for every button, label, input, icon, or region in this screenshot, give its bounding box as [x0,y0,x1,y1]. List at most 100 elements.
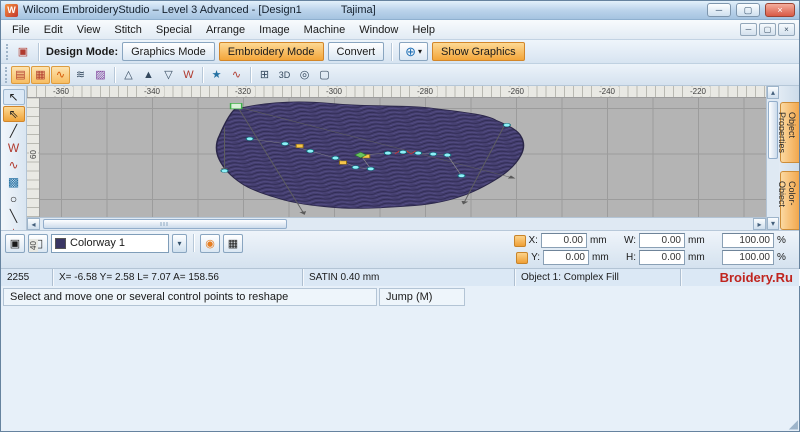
3d-view-icon[interactable]: 3D [275,66,294,84]
h-ruler-label: -240 [595,87,619,96]
toolbar-separator [391,42,393,61]
overview-window-icon[interactable]: ▢ [315,66,334,84]
colorway-dropdown-icon[interactable]: ▾ [172,233,187,253]
position-icon [513,234,526,247]
mix-colors-icon[interactable]: ◉ [200,233,220,253]
ellipse-tool[interactable]: ○ [3,191,25,207]
resize-grip-icon[interactable]: ◢ [789,418,798,430]
title-bar[interactable]: W Wilcom EmbroideryStudio – Level 3 Adva… [1,1,799,20]
minimize-button[interactable]: ─ [707,3,731,17]
column-b-icon[interactable]: ▲ [139,66,158,84]
h-ruler-label: -340 [140,87,164,96]
y-label: Y: [531,252,540,263]
scroll-right-icon[interactable]: ▸ [753,217,766,230]
vertical-scrollbar[interactable]: ▴ ▾ [766,86,779,230]
run-stitch-icon[interactable]: ≋ [71,66,90,84]
colorway-swatch [55,237,66,249]
menu-item-special[interactable]: Special [149,22,199,38]
window-title: Wilcom EmbroideryStudio – Level 3 Advanc… [23,4,302,16]
column-a-icon[interactable]: △ [119,66,138,84]
wave-fill-icon[interactable]: ∿ [227,66,246,84]
motif-stitch-icon[interactable]: ▨ [91,66,110,84]
h-field[interactable]: 0.00 [639,250,685,265]
lettering-icon[interactable]: W [179,66,198,84]
measure-tool[interactable]: ╱ [3,123,25,139]
mdi-minimize-button[interactable]: ─ [740,23,757,36]
h-unit: mm [688,252,705,263]
grid-toggle-icon[interactable]: ⊞ [255,66,274,84]
reshape-tool[interactable]: ⇖ [2,106,25,122]
x-field[interactable]: 0.00 [540,233,587,248]
colorway-editor-icon[interactable]: ▣ [5,233,25,253]
colorway-bar: ▣ ◧ Colorway 1 ▾ ◉ ▦ [1,231,506,268]
maximize-button[interactable]: ▢ [736,3,760,17]
tab-color-object-list[interactable]: Color-Object List [767,171,799,230]
menu-item-help[interactable]: Help [405,22,442,38]
horizontal-scrollbar[interactable]: ◂ ▸ [27,216,766,230]
column-c-icon[interactable]: ▽ [159,66,178,84]
w-label: W: [623,235,636,246]
line-tool[interactable]: ╲ [3,208,25,224]
toolbar-grip[interactable] [5,66,8,83]
menu-item-image[interactable]: Image [252,22,297,38]
complex-fill-tool[interactable]: ▩ [3,174,25,190]
scroll-up-icon[interactable]: ▴ [767,86,779,99]
design-window-icon[interactable]: ▣ [15,44,31,60]
h-scroll-thumb[interactable] [43,218,287,229]
w-unit: mm [688,235,705,246]
colorway-select[interactable]: Colorway 1 [51,233,169,253]
show-graphics-button[interactable]: Show Graphics [432,42,525,61]
bottom-panel: ▣ ◧ Colorway 1 ▾ ◉ ▦ X: 0.00 mm W: 0.00 … [1,229,799,268]
v-ruler-label: 40 [29,239,38,252]
design-canvas[interactable] [40,98,766,217]
menu-item-machine[interactable]: Machine [297,22,353,38]
convert-button[interactable]: Convert [327,42,385,61]
start-node[interactable] [229,103,243,110]
embroidery-design[interactable] [40,98,766,217]
x-unit: mm [589,235,607,246]
tab-object-properties[interactable]: Object Properties [777,102,799,164]
coordinate-row-x: X: 0.00 mm W: 0.00 mm 100.00 % [506,233,795,248]
stitch-count: 2255 [1,268,53,286]
scale-x-field[interactable]: 100.00 [722,233,774,248]
tatami-fill-icon[interactable]: ▦ [31,65,50,84]
mdi-close-button[interactable]: × [778,23,795,36]
menu-items: File Edit View Stitch Special Arrange Image Mac… [5,22,442,38]
v-ruler: 604020 [27,98,40,343]
parallel-fill-icon[interactable]: ▤ [11,65,30,84]
scroll-left-icon[interactable]: ◂ [27,217,40,230]
colorway-value: Colorway 1 [70,237,126,249]
w-field[interactable]: 0.00 [639,233,685,248]
lettering-tool[interactable]: W [3,140,25,156]
star-fill-icon[interactable]: ★ [207,66,226,84]
docked-panel-tabs: Object Properties Color-Object List [767,86,799,230]
thread-chart-icon[interactable]: ▦ [223,233,243,253]
scroll-down-icon[interactable]: ▾ [767,216,779,230]
menu-item-view[interactable]: View [70,22,108,38]
icon-toolbar-items: ▤ ▦ ∿ ≋ ▨ △ ▲ ▽ W ★ ∿ ⊞ 3D ◎ ▢ [11,65,334,84]
graphics-mode-button[interactable]: Graphics Mode [122,42,215,61]
menu-item-file[interactable]: File [5,22,37,38]
toolbar-separator [193,233,194,252]
menu-item-window[interactable]: Window [352,22,405,38]
close-button[interactable]: × [765,3,795,17]
embroidery-mode-button[interactable]: Embroidery Mode [218,42,324,61]
x-label: X: [528,235,538,246]
hoop-globe-button[interactable]: ⊕ ▾ [399,42,428,61]
menu-item-stitch[interactable]: Stitch [107,22,149,38]
scale-y-field[interactable]: 100.00 [722,250,774,265]
y-field[interactable]: 0.00 [543,250,589,265]
menu-item-edit[interactable]: Edit [37,22,70,38]
toolbar-grip[interactable] [6,43,9,60]
mdi-restore-button[interactable]: ▢ [759,23,776,36]
zigzag-stitch-icon[interactable]: ∿ [51,65,70,84]
hoop-icon[interactable]: ◎ [295,66,314,84]
run-digitize-tool[interactable]: ∿ [3,157,25,173]
h-ruler-label: -300 [322,87,346,96]
hint-bar: Select and move one or several control p… [1,285,799,431]
menu-item-arrange[interactable]: Arrange [199,22,252,38]
v-scroll-thumb[interactable] [768,101,778,159]
object-info: Object 1: Complex Fill [515,268,681,286]
menu-bar: File Edit View Stitch Special Arrange Image Mac… [1,20,799,40]
select-tool[interactable]: ↖ [2,89,25,105]
